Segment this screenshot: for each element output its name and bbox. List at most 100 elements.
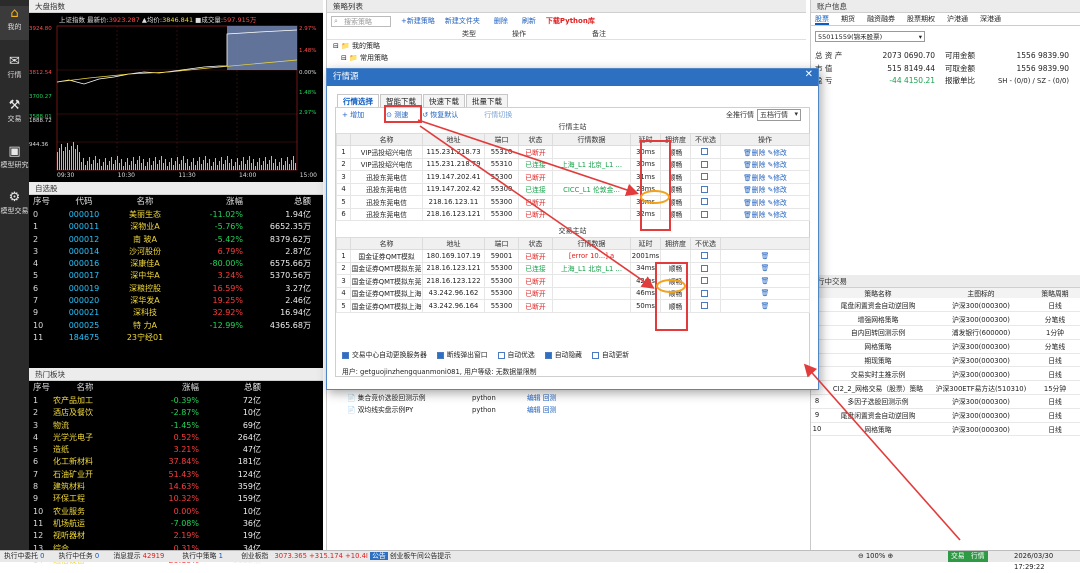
not-preferred-checkbox[interactable] [700, 210, 708, 218]
strategy-search-input[interactable]: ⌕ 搜索策略 [331, 15, 391, 27]
tab-options[interactable]: 股票期权 [907, 13, 935, 25]
server-row[interactable]: 3 迅投东莞电信 119.147.202.41 55300 已断开 31ms 顺畅 🗑删除 ✎… [336, 170, 810, 184]
server-row[interactable]: 6 迅投东莞电信 218.16.123.121 55300 已断开 32ms 顺畅 🗑删除 ✎… [336, 207, 810, 221]
server-row[interactable]: 5 迅投东莞电信 218.16.123.11 55300 已断开 36ms 顺畅 🗑删除 ✎修… [336, 195, 810, 209]
model-row[interactable]: 期现策略 沪深300(000300) 日线 [811, 353, 1080, 368]
not-preferred-checkbox[interactable] [700, 160, 708, 168]
option-checkbox[interactable]: 自动隐藏 [544, 349, 582, 359]
sector-row[interactable]: 8 建筑材料 14.63% 359亿 [29, 481, 323, 493]
delete-server-button[interactable]: 🗑删除 [743, 161, 765, 169]
restore-default-button[interactable]: ↺ 恢复默认 [422, 110, 458, 120]
server-row[interactable]: 4 国金证券QMT模拟上海 43.242.96.162 55300 已断开 46ms 顺畅 🗑 [336, 286, 810, 300]
sector-row[interactable]: 12 视听器材 2.19% 19亿 [29, 530, 323, 542]
announcement-text[interactable]: 创业板午间公告提示 [390, 552, 451, 560]
model-row[interactable]: 尾盘闲置资金自动逆回购 沪深300(000300) 日线 [811, 298, 1080, 313]
delete-server-button[interactable]: 🗑删除 [743, 211, 765, 219]
new-folder-button[interactable]: 新建文件夹 [445, 16, 480, 26]
watchlist-row[interactable]: 1 000011 深物业A -5.76% 6652.35万 [29, 221, 323, 233]
server-row[interactable]: 2 国金证券QMT模拟东莞 218.16.123.121 55300 已连接 上海_L1 … [336, 261, 810, 275]
server-row[interactable]: 5 国金证券QMT模拟上海 43.242.96.164 55300 已断开 50ms 顺畅 🗑 [336, 299, 810, 313]
checkbox[interactable] [544, 351, 552, 359]
watchlist-row[interactable]: 11 184675 23宁经01 [29, 332, 323, 344]
market-mode-button[interactable]: 行情 [968, 551, 988, 562]
server-row[interactable]: 4 迅投东莞电信 119.147.202.42 55300 已连接 CICC_L1 伦敦金… [336, 182, 810, 196]
sector-row[interactable]: 10 农业服务 0.00% 10亿 [29, 506, 323, 518]
not-preferred-checkbox[interactable] [700, 148, 708, 156]
messages-count[interactable]: 42919 [143, 552, 165, 560]
quote-level-select[interactable]: 五档行情 ▾ [757, 109, 801, 121]
sector-row[interactable]: 1 农产品加工 -0.39% 72亿 [29, 395, 323, 407]
model-row[interactable]: 9 尾盘闲置资金自动逆回购 沪深300(000300) 日线 [811, 408, 1080, 423]
sector-row[interactable]: 2 酒店及餐饮 -2.87% 10亿 [29, 407, 323, 419]
tree-item-my-strategy[interactable]: ⊟ 📁 我的策略 [333, 40, 806, 52]
tab-margin[interactable]: 融资融券 [867, 13, 895, 25]
delete-server-button[interactable]: 🗑删除 [743, 149, 765, 157]
model-row[interactable]: 网格策略 沪深300(000300) 分笔线 [811, 339, 1080, 354]
not-preferred-checkbox[interactable] [700, 277, 708, 285]
sidebar-item-market[interactable]: ✉ 行情 [0, 54, 29, 84]
edit-server-button[interactable]: ✎修改 [768, 174, 787, 182]
watchlist-row[interactable]: 9 000021 深科技 32.92% 16.94亿 [29, 307, 323, 319]
not-preferred-checkbox[interactable] [700, 289, 708, 297]
not-preferred-checkbox[interactable] [700, 173, 708, 181]
delete-button[interactable]: 删除 [494, 16, 508, 26]
delete-server-button[interactable]: 🗑删除 [743, 199, 765, 207]
sector-row[interactable]: 3 物流 -1.45% 69亿 [29, 420, 323, 432]
strategy-row[interactable]: 📄 集合竞价选股回测示例 python 编辑 回测 [347, 392, 556, 404]
tab-hk-sz[interactable]: 深港通 [980, 13, 1001, 25]
not-preferred-checkbox[interactable] [700, 264, 708, 272]
delete-server-button[interactable]: 🗑删除 [743, 174, 765, 182]
close-icon[interactable]: ✕ [805, 69, 813, 80]
sector-row[interactable]: 7 石油矿业开 51.43% 124亿 [29, 469, 323, 481]
delete-icon[interactable]: 🗑 [761, 252, 770, 260]
delete-icon[interactable]: 🗑 [761, 302, 770, 310]
option-checkbox[interactable]: 自动更新 [591, 349, 629, 359]
tab-futures[interactable]: 期货 [841, 13, 855, 25]
watchlist-row[interactable]: 0 000010 美丽生态 -11.02% 1.94亿 [29, 209, 323, 221]
delete-icon[interactable]: 🗑 [761, 264, 770, 272]
watchlist-row[interactable]: 7 000020 深华发A 19.25% 2.46亿 [29, 295, 323, 307]
option-checkbox[interactable]: 交易中心自动更换服务器 [342, 349, 427, 359]
edit-server-button[interactable]: ✎修改 [768, 149, 787, 157]
announcement-badge[interactable]: 公告 [370, 552, 388, 560]
server-row[interactable]: 1 国金证券QMT模拟 180.169.107.19 59001 已断开 [error 1… [336, 249, 810, 263]
not-preferred-checkbox[interactable] [700, 198, 708, 206]
edit-server-button[interactable]: ✎修改 [768, 161, 787, 169]
sidebar-item-mine[interactable]: ⌂ 我的 [0, 6, 29, 40]
checkbox[interactable] [436, 351, 444, 359]
option-checkbox[interactable]: 断线弹出窗口 [436, 349, 488, 359]
model-row[interactable]: 10 网格策略 沪深300(000300) 日线 [811, 422, 1080, 437]
checkbox[interactable] [497, 351, 505, 359]
watchlist-row[interactable]: 5 000017 深中华A 3.24% 5370.56万 [29, 270, 323, 282]
watchlist-row[interactable]: 10 000025 特 力A -12.99% 4365.68万 [29, 320, 323, 332]
sector-row[interactable]: 6 化工新材料 37.84% 181亿 [29, 456, 323, 468]
not-preferred-checkbox[interactable] [700, 252, 708, 260]
server-row[interactable]: 2 VIP迅投绍兴电信 115.231.218.79 55310 已连接 上海_L1 北京… [336, 157, 810, 171]
tab-batch-download[interactable]: 批量下载 [466, 94, 508, 107]
sidebar-item-research[interactable]: ▣ 模型研究 [0, 144, 29, 174]
zoom-control[interactable]: ⊖ 100% ⊕ [858, 551, 893, 562]
not-preferred-checkbox[interactable] [700, 185, 708, 193]
model-row[interactable]: 7CI2_2_网格交易（股票）策略沪深300ETF易方达(510310)15分钟 [811, 380, 1080, 396]
tab-fast-download[interactable]: 快速下载 [423, 94, 465, 107]
sector-row[interactable]: 4 光学光电子 0.52% 264亿 [29, 432, 323, 444]
sector-row[interactable]: 11 机场航运 -7.08% 36亿 [29, 518, 323, 530]
add-server-button[interactable]: + 增加 [342, 110, 364, 120]
sector-row[interactable]: 9 环保工程 10.32% 159亿 [29, 493, 323, 505]
checkbox[interactable] [591, 351, 599, 359]
option-checkbox[interactable]: 自动优选 [497, 349, 535, 359]
delete-icon[interactable]: 🗑 [761, 289, 770, 297]
tab-stock[interactable]: 股票 [815, 13, 829, 25]
refresh-button[interactable]: 刷新 [522, 16, 536, 26]
watchlist-row[interactable]: 6 000019 深粮控股 16.59% 3.27亿 [29, 283, 323, 295]
server-row[interactable]: 1 VIP迅投绍兴电信 115.231.218.73 55310 已断开 30ms 顺畅 🗑删… [336, 145, 810, 159]
sidebar-item-trade[interactable]: ⚒ 交易 [0, 98, 29, 128]
new-strategy-button[interactable]: +新建策略 [401, 16, 435, 26]
model-row[interactable]: 8 多因子选股回测示例 沪深300(000300) 日线 [811, 394, 1080, 409]
strategy-row[interactable]: 📄 双均线实盘示例PY python 编辑 回测 [347, 404, 556, 416]
model-row[interactable]: 自内回转回测示例 浦发银行(600000) 1分钟 [811, 325, 1080, 340]
watchlist-row[interactable]: 2 000012 南 玻A -5.42% 8379.62万 [29, 234, 323, 246]
model-row[interactable]: 交易实时主推示例 沪深300(000300) 日线 [811, 366, 1080, 382]
not-preferred-checkbox[interactable] [700, 302, 708, 310]
watchlist-row[interactable]: 3 000014 沙河股份 6.79% 2.87亿 [29, 246, 323, 258]
